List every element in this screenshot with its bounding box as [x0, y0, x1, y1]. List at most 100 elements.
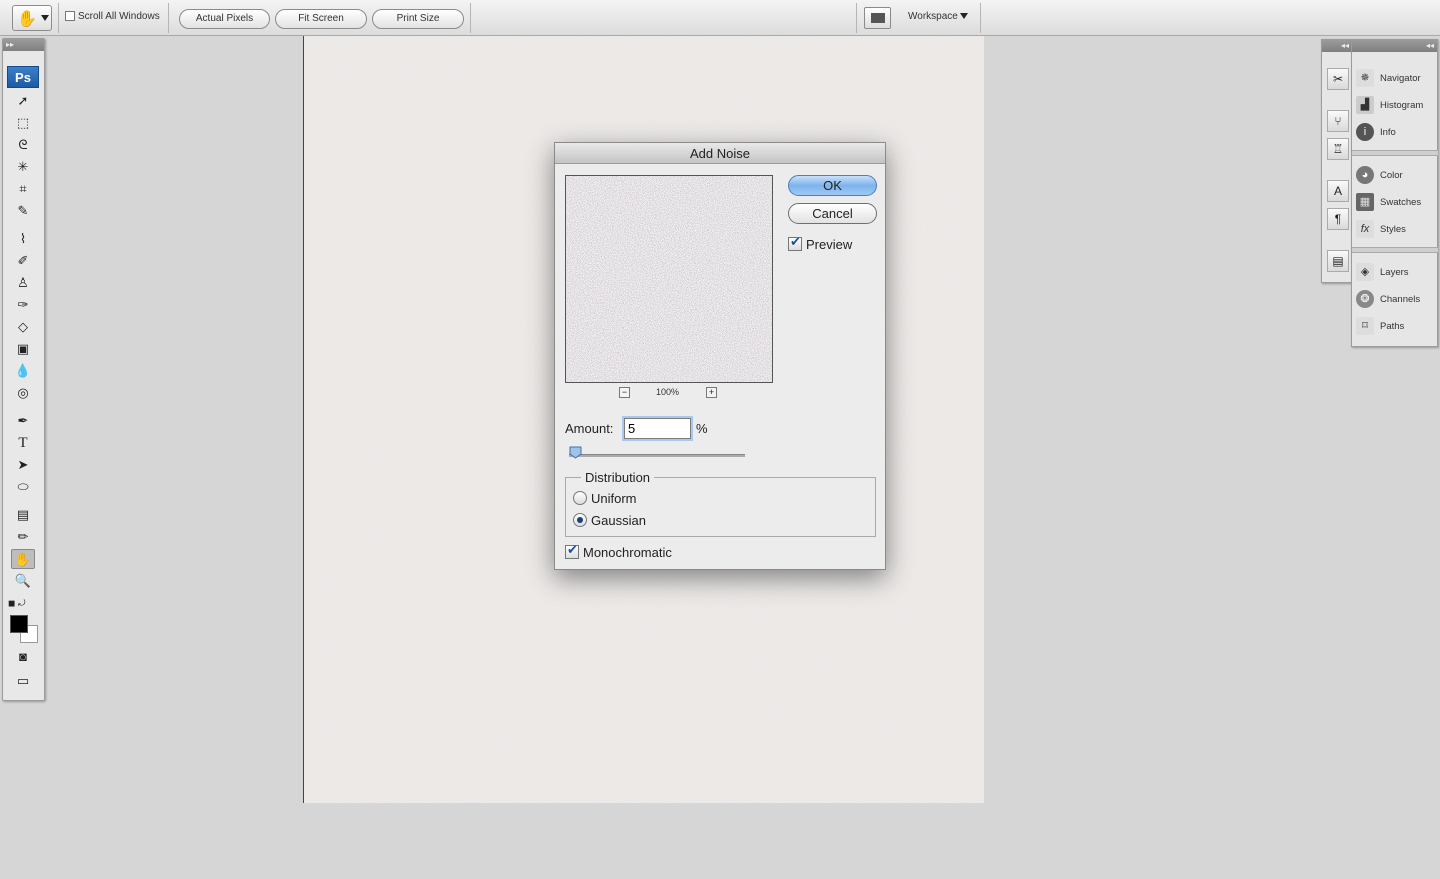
tool-presets-icon[interactable]: ✂: [1327, 68, 1349, 90]
hand-tool-icon[interactable]: ✋: [11, 549, 35, 569]
path-selection-tool-icon[interactable]: ➤: [11, 455, 35, 475]
panel-info[interactable]: i Info: [1356, 122, 1436, 146]
crop-tool-icon[interactable]: ⌗: [11, 179, 35, 199]
noise-preview-texture: [566, 176, 772, 382]
brush-tool-icon[interactable]: ✐: [11, 251, 35, 271]
dodge-tool-icon[interactable]: ◎: [11, 383, 35, 403]
amount-label: Amount:: [565, 421, 614, 436]
marquee-tool-icon[interactable]: ⬚: [11, 113, 35, 133]
paragraph-icon[interactable]: ¶: [1327, 208, 1349, 230]
panel-paths[interactable]: ⌑ Paths: [1356, 316, 1436, 340]
clone-source-icon[interactable]: ♖: [1327, 138, 1349, 160]
gaussian-radio[interactable]: [573, 513, 587, 527]
healing-brush-tool-icon[interactable]: ⌇: [11, 229, 35, 249]
divider: [168, 3, 169, 33]
channels-icon: ❂: [1356, 290, 1374, 309]
paths-icon: ⌑: [1356, 317, 1374, 336]
magic-wand-tool-icon[interactable]: ✳: [11, 157, 35, 177]
cancel-button[interactable]: Cancel: [788, 203, 877, 224]
eraser-tool-icon[interactable]: ◇: [11, 317, 35, 337]
fit-screen-button[interactable]: Fit Screen: [275, 9, 367, 29]
scroll-all-windows-option[interactable]: Scroll All Windows: [65, 11, 160, 22]
scroll-all-windows-checkbox[interactable]: [65, 11, 75, 22]
zoom-out-button[interactable]: −: [619, 387, 630, 398]
lasso-tool-icon[interactable]: ᘓ: [11, 135, 35, 155]
panel-swatches[interactable]: ▦ Swatches: [1356, 192, 1436, 216]
move-tool-icon[interactable]: ➚: [11, 91, 35, 111]
zoom-level: 100%: [656, 387, 680, 397]
clone-stamp-tool-icon[interactable]: ♙: [11, 273, 35, 293]
divider: [856, 3, 857, 33]
layers-icon: ◈: [1356, 263, 1374, 282]
layer-comps-icon[interactable]: ▤: [1327, 250, 1349, 272]
swatches-icon: ▦: [1356, 193, 1374, 212]
pen-tool-icon[interactable]: ✒: [11, 411, 35, 431]
panel-navigator[interactable]: ✵ Navigator: [1356, 68, 1436, 92]
navigator-icon: ✵: [1356, 69, 1374, 88]
styles-icon: fx: [1356, 220, 1374, 239]
chevron-down-icon[interactable]: [960, 13, 968, 19]
workspace-menu[interactable]: Workspace: [908, 11, 958, 22]
zoom-tool-icon[interactable]: 🔍: [11, 571, 35, 591]
filter-preview[interactable]: [565, 175, 773, 383]
gradient-tool-icon[interactable]: ▣: [11, 339, 35, 359]
panel-layers[interactable]: ◈ Layers: [1356, 262, 1436, 286]
bridge-icon: [871, 13, 885, 23]
dock-grip[interactable]: ◂◂: [1322, 40, 1352, 52]
monochromatic-option[interactable]: Monochromatic: [565, 542, 672, 560]
shape-tool-icon[interactable]: ⬭: [11, 477, 35, 497]
quick-mask-icon[interactable]: ◙: [11, 647, 35, 667]
ok-button[interactable]: OK: [788, 175, 877, 196]
gaussian-label: Gaussian: [591, 513, 646, 528]
history-brush-tool-icon[interactable]: ✑: [11, 295, 35, 315]
actual-pixels-button[interactable]: Actual Pixels: [179, 9, 270, 29]
dock-grip[interactable]: ◂◂: [1352, 40, 1437, 52]
divider: [1352, 150, 1438, 156]
add-noise-dialog: Add Noise − 100% + OK Cancel Preview Amo…: [554, 142, 886, 570]
preview-zoom-controls: − 100% +: [619, 387, 719, 401]
print-size-button[interactable]: Print Size: [372, 9, 464, 29]
zoom-in-button[interactable]: +: [706, 387, 717, 398]
monochromatic-checkbox[interactable]: [565, 542, 579, 559]
gaussian-option[interactable]: Gaussian: [573, 513, 646, 528]
chevron-down-icon: [41, 15, 49, 21]
tools-panel-grip[interactable]: ▸▸: [3, 39, 44, 51]
panel-dock-collapsed: ◂◂ ✂ ⑂ ♖ A ¶ ▤: [1321, 39, 1353, 283]
notes-tool-icon[interactable]: ▤: [11, 505, 35, 525]
amount-input[interactable]: [624, 418, 691, 439]
character-icon[interactable]: A: [1327, 180, 1349, 202]
panel-channels[interactable]: ❂ Channels: [1356, 289, 1436, 313]
default-colors-icon[interactable]: ◼ ⤾: [8, 598, 25, 609]
dialog-title[interactable]: Add Noise: [555, 143, 885, 164]
panel-label: Swatches: [1380, 197, 1422, 208]
preview-option[interactable]: Preview: [788, 234, 853, 252]
monochromatic-label: Monochromatic: [583, 545, 672, 560]
distribution-label: Distribution: [581, 470, 655, 485]
bridge-button[interactable]: [864, 7, 891, 29]
eyedropper-tool-icon[interactable]: ✏: [11, 527, 35, 547]
uniform-option[interactable]: Uniform: [573, 491, 637, 506]
divider: [470, 3, 471, 33]
amount-slider-knob[interactable]: [569, 446, 582, 459]
screen-mode-icon[interactable]: ▭: [11, 671, 35, 691]
preview-checkbox[interactable]: [788, 234, 802, 251]
type-tool-icon[interactable]: T: [11, 433, 35, 453]
panel-histogram[interactable]: ▟ Histogram: [1356, 95, 1436, 119]
divider: [1352, 247, 1438, 253]
panel-label: Layers: [1380, 267, 1409, 278]
slice-tool-icon[interactable]: ✎: [11, 201, 35, 221]
panel-label: Paths: [1380, 321, 1405, 332]
brushes-icon[interactable]: ⑂: [1327, 110, 1349, 132]
preview-label: Preview: [806, 237, 853, 252]
foreground-color-swatch[interactable]: [10, 615, 28, 633]
info-icon: i: [1356, 123, 1374, 142]
photoshop-logo[interactable]: Ps: [7, 66, 39, 88]
uniform-radio[interactable]: [573, 491, 587, 505]
hand-icon: ✋: [17, 11, 37, 28]
panel-color[interactable]: ◕ Color: [1356, 165, 1436, 189]
panel-label: Navigator: [1380, 73, 1421, 84]
panel-styles[interactable]: fx Styles: [1356, 219, 1436, 243]
blur-tool-icon[interactable]: 💧: [11, 361, 35, 381]
amount-slider-track[interactable]: [569, 454, 745, 457]
tool-preset-picker[interactable]: ✋: [12, 5, 52, 31]
